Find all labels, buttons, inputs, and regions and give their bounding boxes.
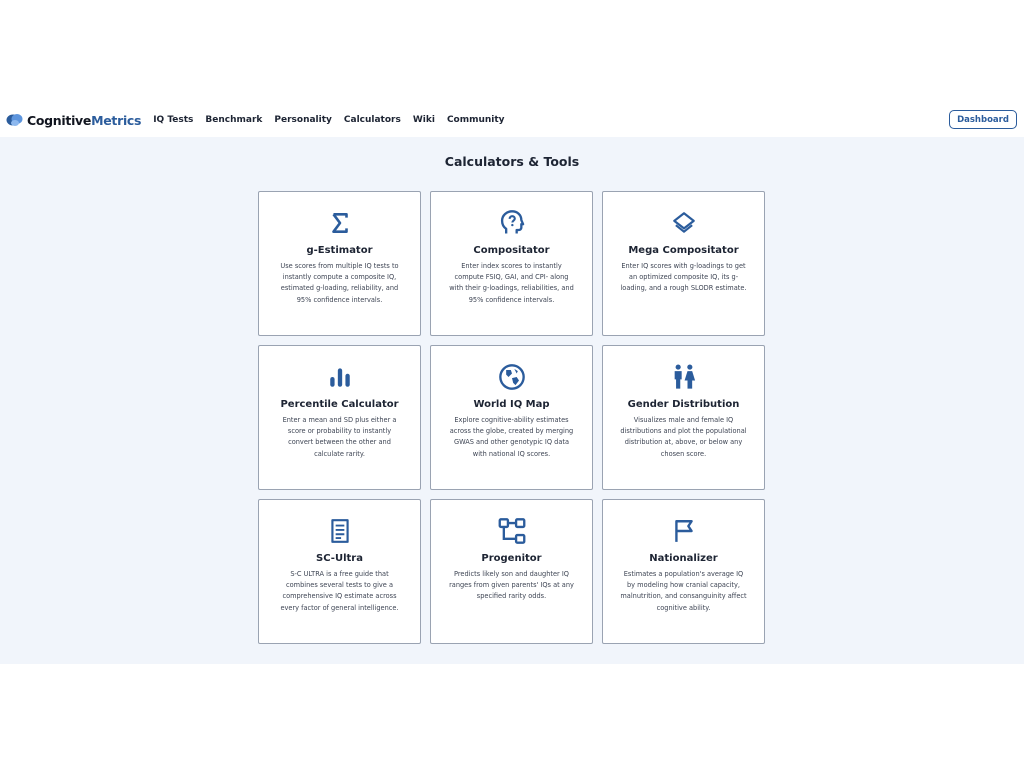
card-title: World IQ Map xyxy=(473,399,550,410)
card-description: Use scores from multiple IQ tests to ins… xyxy=(280,262,399,304)
tools-grid: g-Estimator Use scores from multiple IQ … xyxy=(258,191,766,644)
card-title: Progenitor xyxy=(481,553,542,564)
dashboard-button[interactable]: Dashboard xyxy=(949,110,1017,129)
card-percentile-calculator[interactable]: Percentile Calculator Enter a mean and S… xyxy=(258,345,421,490)
card-nationalizer[interactable]: Nationalizer Estimates a population's av… xyxy=(602,499,765,644)
globe-icon xyxy=(498,363,526,391)
nav-link-iq-tests[interactable]: IQ Tests xyxy=(153,115,193,125)
card-description: Predicts likely son and daughter IQ rang… xyxy=(449,570,574,601)
hierarchy-icon xyxy=(498,517,526,545)
nav-links: IQ Tests Benchmark Personality Calculato… xyxy=(153,115,516,125)
card-description: Visualizes male and female IQ distributi… xyxy=(620,416,747,458)
card-title: Compositator xyxy=(473,245,550,256)
document-icon xyxy=(326,517,354,545)
card-description: Explore cognitive-ability estimates acro… xyxy=(449,416,574,458)
card-description: Enter a mean and SD plus either a score … xyxy=(282,416,397,458)
brain-logo-icon xyxy=(6,114,23,126)
flag-icon xyxy=(670,517,698,545)
brand-name-part1: Cognitive xyxy=(27,112,92,128)
nav-link-community[interactable]: Community xyxy=(447,115,505,125)
nav-link-calculators[interactable]: Calculators xyxy=(344,115,401,125)
card-mega-compositator[interactable]: Mega Compositator Enter IQ scores with g… xyxy=(602,191,765,336)
card-title: Mega Compositator xyxy=(628,245,739,256)
card-description: Enter IQ scores with g-loadings to get a… xyxy=(620,262,747,293)
card-compositator[interactable]: Compositator Enter index scores to insta… xyxy=(430,191,593,336)
head-question-icon xyxy=(498,209,526,237)
card-description: Estimates a population's average IQ by m… xyxy=(620,570,747,612)
main-content: Calculators & Tools g-Estimator Use scor… xyxy=(0,137,1024,664)
bar-chart-icon xyxy=(326,363,354,391)
card-g-estimator[interactable]: g-Estimator Use scores from multiple IQ … xyxy=(258,191,421,336)
sigma-icon xyxy=(326,209,354,237)
logo[interactable]: CognitiveMetrics xyxy=(6,113,141,128)
card-title: g-Estimator xyxy=(306,245,373,256)
card-world-iq-map[interactable]: World IQ Map Explore cognitive-ability e… xyxy=(430,345,593,490)
card-gender-distribution[interactable]: Gender Distribution Visualizes male and … xyxy=(602,345,765,490)
card-title: Percentile Calculator xyxy=(280,399,399,410)
gender-icon xyxy=(670,363,698,391)
page-title: Calculators & Tools xyxy=(444,154,580,169)
nav-link-benchmark[interactable]: Benchmark xyxy=(205,115,262,125)
card-title: Gender Distribution xyxy=(627,399,740,410)
brand-name-part2: Metrics xyxy=(91,112,142,128)
brand-name: CognitiveMetrics xyxy=(27,113,141,128)
card-description: S-C ULTRA is a free guide that combines … xyxy=(280,570,399,612)
card-title: Nationalizer xyxy=(649,553,718,564)
card-progenitor[interactable]: Progenitor Predicts likely son and daugh… xyxy=(430,499,593,644)
card-title: SC-Ultra xyxy=(316,553,363,564)
nav-link-wiki[interactable]: Wiki xyxy=(413,115,435,125)
nav-link-personality[interactable]: Personality xyxy=(274,115,332,125)
card-description: Enter index scores to instantly compute … xyxy=(449,262,574,304)
layers-icon xyxy=(670,209,698,237)
top-navbar: CognitiveMetrics IQ Tests Benchmark Pers… xyxy=(0,103,1024,137)
card-sc-ultra[interactable]: SC-Ultra S-C ULTRA is a free guide that … xyxy=(258,499,421,644)
